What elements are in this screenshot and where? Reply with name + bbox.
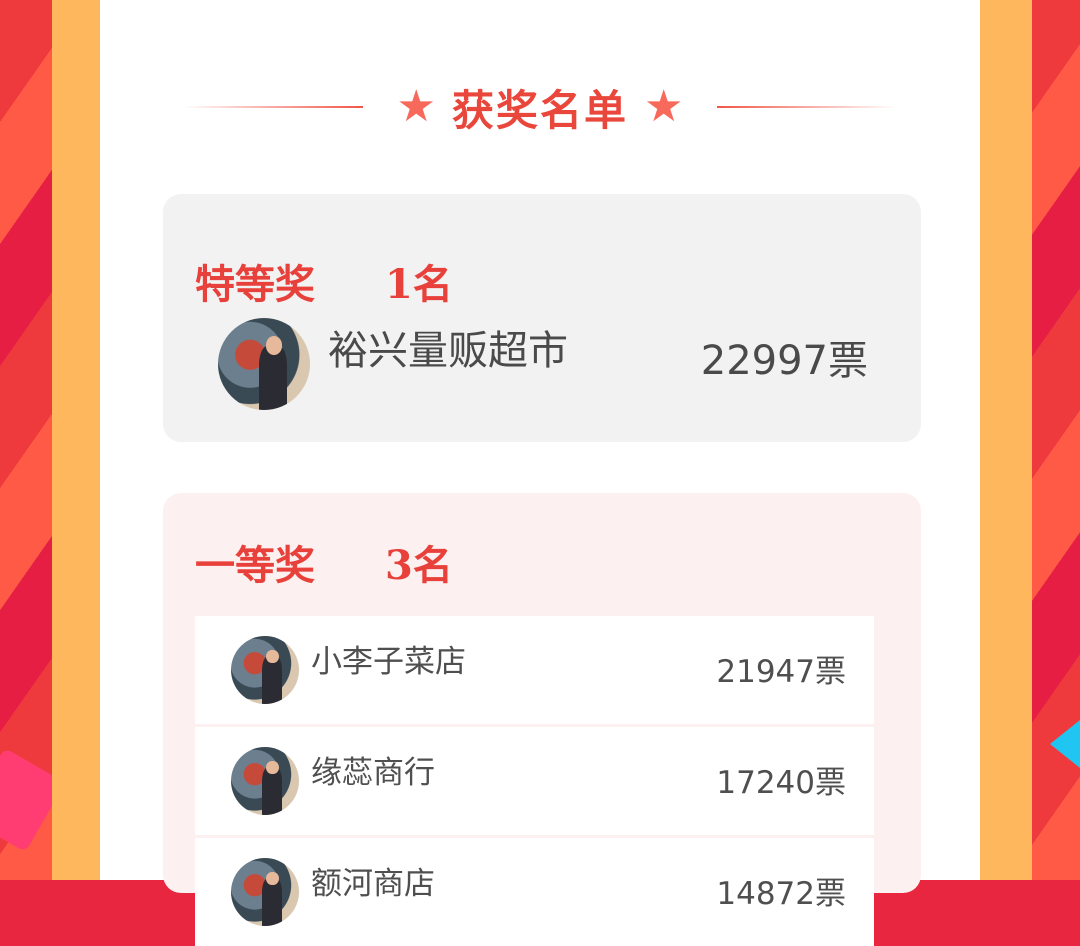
page-title: 获奖名单: [451, 85, 628, 135]
first-prize-count: 3名: [385, 542, 453, 589]
winner-votes: 17240票: [716, 765, 846, 801]
decorative-blue-shape: [1050, 720, 1080, 768]
avatar: [231, 636, 299, 704]
heading-divider-left: [182, 106, 363, 108]
winner-row[interactable]: 额河商店 14872票: [195, 838, 874, 946]
winner-votes: 22997票: [700, 338, 868, 384]
star-icon: ★: [644, 81, 684, 132]
winner-row[interactable]: 小李子菜店 21947票: [195, 616, 874, 724]
avatar: [218, 318, 310, 410]
winner-name: 裕兴量贩超市: [328, 328, 568, 374]
avatar: [231, 747, 299, 815]
first-prize-label: 一等奖: [195, 542, 315, 589]
first-prize-card: 一等奖 3名 小李子菜店 21947票 缘蕊商行 17240票 额河商店 1487…: [163, 493, 921, 946]
winner-votes: 21947票: [716, 654, 846, 690]
avatar: [231, 858, 299, 926]
first-prize-title: 一等奖 3名: [195, 533, 453, 591]
star-icon: ★: [396, 81, 436, 132]
special-prize-card: 特等奖 1名 裕兴量贩超市 22997票: [163, 194, 921, 442]
special-prize-title: 特等奖 1名: [195, 252, 453, 310]
special-prize-label: 特等奖: [195, 261, 315, 308]
winner-name: 小李子菜店: [311, 644, 466, 680]
winner-name: 缘蕊商行: [311, 755, 435, 791]
winner-name: 额河商店: [311, 866, 435, 902]
winner-row[interactable]: 缘蕊商行 17240票: [195, 727, 874, 835]
special-prize-count: 1名: [385, 261, 453, 308]
winner-votes: 14872票: [716, 876, 846, 912]
winner-item[interactable]: 裕兴量贩超市 22997票: [218, 318, 878, 410]
winners-heading: ★ 获奖名单 ★: [100, 72, 980, 142]
heading-divider-right: [717, 106, 898, 108]
